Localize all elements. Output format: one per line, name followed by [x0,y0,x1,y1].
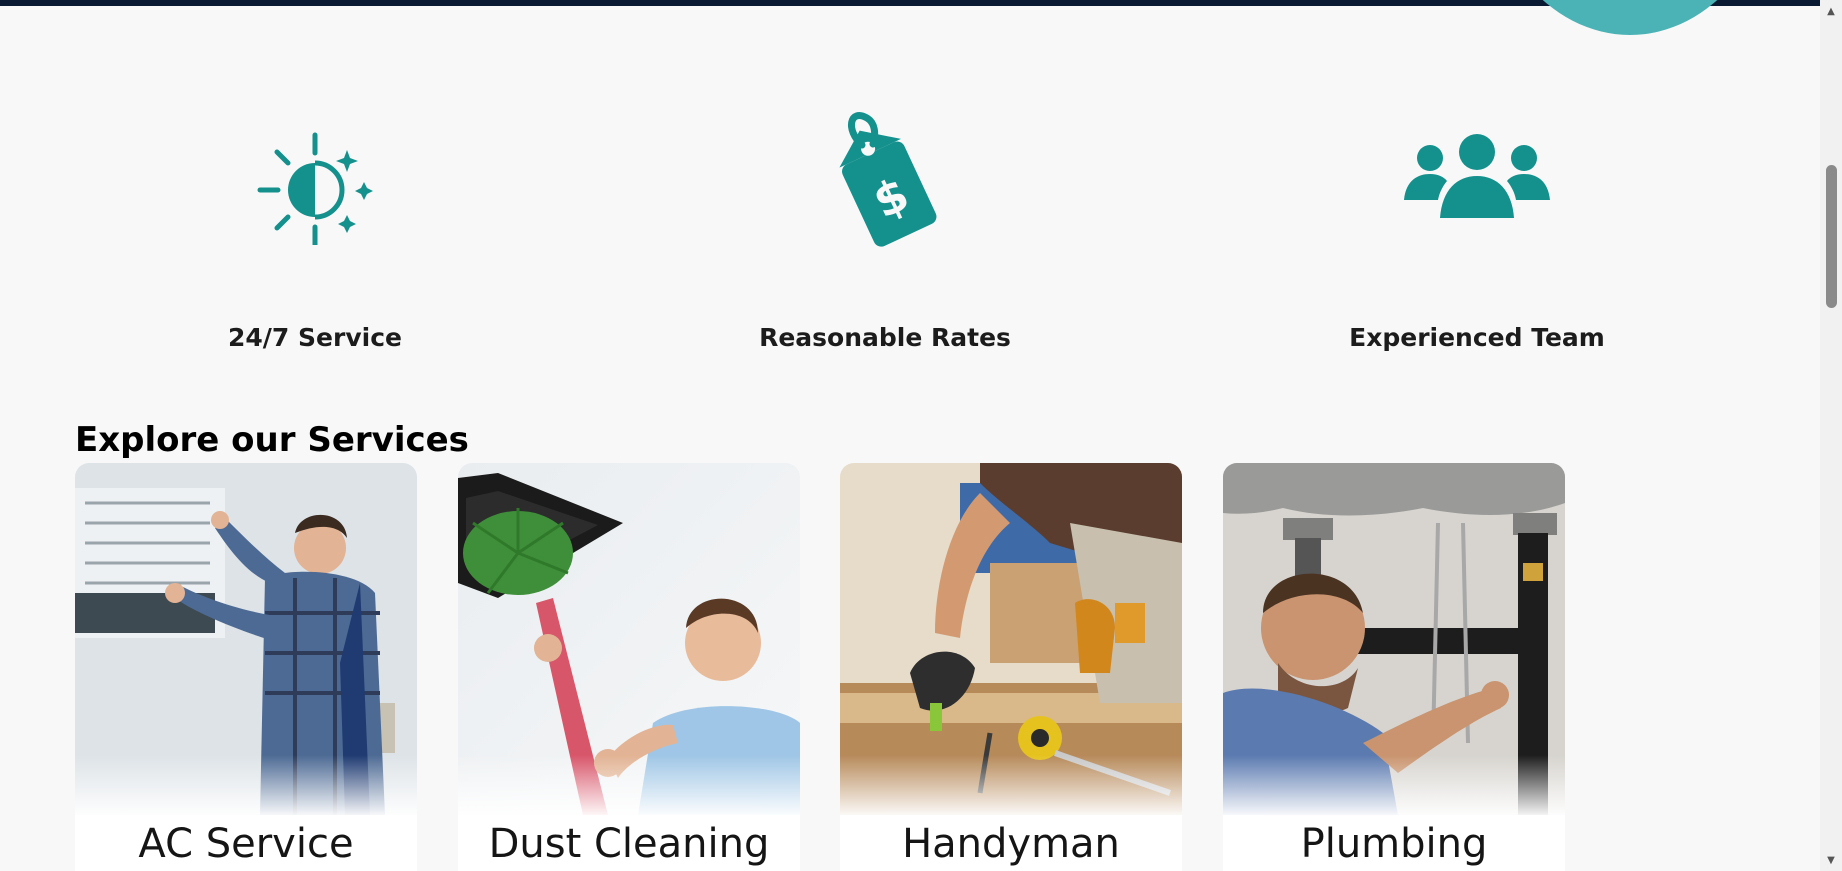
service-name: Handyman [902,821,1120,867]
service-card-plumbing[interactable]: Plumbing [1223,463,1565,871]
feature-experienced-team: Experienced Team [1267,105,1687,365]
price-tag-dollar-icon: $ [839,112,937,247]
dust-cleaning-photo [458,463,800,815]
scroll-down-arrow-icon[interactable]: ▼ [1820,851,1842,869]
ac-service-photo [75,463,417,815]
handyman-photo [840,463,1182,815]
service-card-ac[interactable]: AC Service [75,463,417,871]
feature-label: 24/7 Service [228,323,402,352]
service-card-dust-cleaning[interactable]: Dust Cleaning [458,463,800,871]
feature-24-7-service: 24/7 Service [105,105,525,365]
service-name: Plumbing [1300,821,1488,867]
team-group-icon [1404,134,1550,218]
page: 24/7 Service $ Reasonable Rates Experien… [0,0,1842,871]
scroll-thumb[interactable] [1826,165,1837,308]
feature-label: Reasonable Rates [759,323,1011,352]
scroll-up-arrow-icon[interactable]: ▲ [1820,2,1842,20]
service-name: Dust Cleaning [488,821,770,867]
service-card-handyman[interactable]: Handyman [840,463,1182,871]
sun-moon-icon [257,132,373,245]
section-title: Explore our Services [75,420,469,460]
service-name: AC Service [138,821,354,867]
feature-reasonable-rates: $ Reasonable Rates [675,105,1095,365]
feature-label: Experienced Team [1349,323,1605,352]
plumbing-photo [1223,463,1565,815]
vertical-scrollbar[interactable]: ▲ ▼ [1820,0,1842,871]
